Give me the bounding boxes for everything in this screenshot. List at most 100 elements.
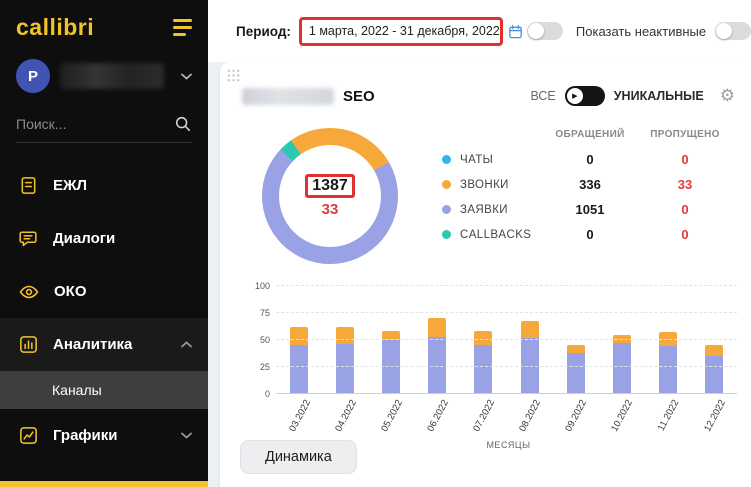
chats-dot [442, 155, 451, 164]
stacked-bar[interactable] [659, 332, 677, 394]
legend-missed-value: 0 [633, 197, 737, 222]
y-tick-label: 0 [244, 389, 270, 399]
dynamics-tab[interactable]: Динамика [240, 440, 357, 474]
analytics-icon [18, 334, 39, 355]
site-name-redacted [242, 88, 334, 105]
y-tick-label: 75 [244, 308, 270, 318]
search-input[interactable] [16, 116, 156, 132]
x-tick-label: 04.2022 [336, 394, 354, 444]
bar-plot-grid: 0255075100 [276, 286, 737, 394]
stacked-bar[interactable] [474, 331, 492, 394]
stacked-bar[interactable] [521, 321, 539, 394]
legend-appeals-value: 0 [547, 147, 633, 172]
legend-row-label: CALLBACKS [442, 222, 547, 247]
legend-appeals-value: 336 [547, 172, 633, 197]
x-tick-label: 09.2022 [567, 394, 585, 444]
gear-icon[interactable]: ⚙ [720, 86, 735, 106]
legend-missed-value: 33 [633, 172, 737, 197]
donut-missed: 33 [322, 201, 339, 218]
callbacks-dot [442, 230, 451, 239]
chevron-down-icon [181, 432, 192, 439]
card-title: SEO [343, 88, 375, 105]
app-window: callibri P ЕЖЛ [0, 0, 751, 487]
calls-dot [442, 180, 451, 189]
sidebar-search [16, 115, 192, 143]
x-tick-label: 11.2022 [659, 394, 677, 444]
sidebar-menu: ЕЖЛ Диалоги ОКО Аналитика [0, 159, 208, 462]
date-range-input[interactable]: 1 марта, 2022 - 31 декабря, 2022 [302, 20, 500, 43]
y-tick-label: 25 [244, 362, 270, 372]
x-tick-label: 05.2022 [382, 394, 400, 444]
sidebar-item-label: Каналы [52, 382, 102, 398]
eye-icon [18, 281, 40, 303]
username-redacted [60, 63, 164, 89]
toggle-label-unique: УНИКАЛЬНЫЕ [614, 89, 704, 103]
x-tick-label: 12.2022 [705, 394, 723, 444]
y-tick-label: 100 [244, 281, 270, 291]
drag-handle-icon[interactable] [226, 68, 241, 83]
legend-table: ОБРАЩЕНИЙ ПРОПУЩЕНО ЧАТЫ 0 0 ЗВОНКИ 336 … [442, 122, 737, 247]
toggle-off-1[interactable] [527, 22, 563, 40]
date-range-value: 1 марта, 2022 - 31 декабря, 2022 [309, 24, 500, 38]
toggle-show-inactive[interactable] [715, 22, 751, 40]
sidebar-item-analytics[interactable]: Аналитика [0, 318, 208, 371]
donut-total annotation-box-total: 1387 [305, 174, 355, 198]
legend-col-appeals: ОБРАЩЕНИЙ [547, 122, 633, 147]
x-tick-label: 08.2022 [521, 394, 539, 444]
leads-dot [442, 205, 451, 214]
user-account-row[interactable]: P [0, 47, 208, 105]
sidebar-item-label: ОКО [54, 283, 87, 300]
stacked-bar[interactable] [336, 327, 354, 394]
x-tick-label: 10.2022 [613, 394, 631, 444]
legend-missed-value: 0 [633, 147, 737, 172]
card-header: SEO ВСЕ ▶ УНИКАЛЬНЫЕ ⚙ [220, 62, 751, 106]
sidebar-item-oko[interactable]: ОКО [0, 265, 208, 318]
chevron-down-icon [181, 73, 192, 80]
x-labels: 03.202204.202205.202206.202207.202208.20… [276, 394, 737, 444]
show-inactive-label: Показать неактивные [576, 24, 706, 39]
sidebar-bottom-strip [0, 481, 208, 487]
legend-row-label: ЗАЯВКИ [442, 197, 547, 222]
avatar: P [16, 59, 50, 93]
journal-icon [18, 175, 39, 196]
bars-row [276, 286, 737, 394]
annotation-box-date: 1 марта, 2022 - 31 декабря, 2022 [299, 17, 503, 46]
sidebar-item-graphs[interactable]: Графики [0, 409, 208, 462]
donut-chart: 1387 33 [262, 128, 398, 264]
x-tick-label: 07.2022 [474, 394, 492, 444]
stacked-bar[interactable] [290, 327, 308, 394]
channel-card: SEO ВСЕ ▶ УНИКАЛЬНЫЕ ⚙ 1387 [220, 62, 751, 487]
hamburger-menu-icon[interactable] [173, 15, 192, 40]
stacked-bar[interactable] [705, 345, 723, 394]
toggle-label-all: ВСЕ [530, 89, 555, 103]
graphs-icon [18, 425, 39, 446]
sidebar-item-ezhl[interactable]: ЕЖЛ [0, 159, 208, 212]
chevron-up-icon [181, 341, 192, 348]
unique-toggle[interactable]: ▶ [565, 86, 605, 106]
stacked-bar[interactable] [382, 331, 400, 394]
stacked-bar[interactable] [567, 345, 585, 394]
sidebar-subitem-channels[interactable]: Каналы [0, 371, 208, 409]
calendar-icon [508, 24, 523, 39]
stacked-bar[interactable] [613, 335, 631, 394]
stats-row: 1387 33 ОБРАЩЕНИЙ ПРОПУЩЕНО ЧАТЫ 0 0 ЗВО… [242, 122, 737, 264]
stacked-bar[interactable] [428, 318, 446, 394]
legend-row-label: ЗВОНКИ [442, 172, 547, 197]
content-area: SEO ВСЕ ▶ УНИКАЛЬНЫЕ ⚙ 1387 [208, 62, 751, 487]
sidebar: callibri P ЕЖЛ [0, 0, 208, 487]
callibri-logo: callibri [16, 14, 94, 41]
main-area: Период: 1 марта, 2022 - 31 декабря, 2022… [208, 0, 751, 487]
legend-appeals-value: 0 [547, 222, 633, 247]
period-label: Период: [236, 24, 291, 39]
play-icon: ▶ [567, 88, 583, 104]
sidebar-item-label: Диалоги [53, 230, 115, 247]
sidebar-item-label: Аналитика [53, 336, 132, 353]
legend-col-missed: ПРОПУЩЕНО [633, 122, 737, 147]
sidebar-item-label: ЕЖЛ [53, 177, 87, 194]
sidebar-item-dialogi[interactable]: Диалоги [0, 212, 208, 265]
y-tick-label: 50 [244, 335, 270, 345]
bar-chart: 0255075100 03.202204.202205.202206.20220… [244, 286, 741, 450]
chat-icon [18, 228, 39, 249]
search-icon[interactable] [174, 115, 192, 133]
legend-appeals-value: 1051 [547, 197, 633, 222]
